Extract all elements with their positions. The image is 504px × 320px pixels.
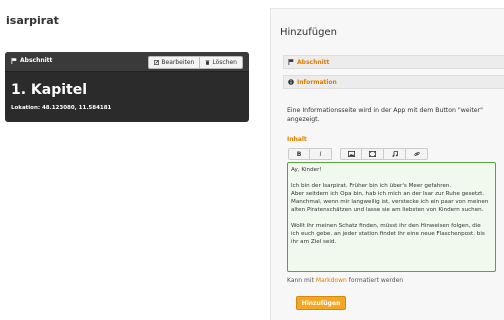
section-information-label: Information <box>297 78 337 86</box>
editor-line: Aber seitdem ich Opa bin, hab ich mich a… <box>291 191 485 197</box>
link-icon <box>413 151 420 157</box>
editor-toolbar: B I <box>288 148 428 160</box>
chapter-title: 1. Kapitel <box>11 82 88 98</box>
editor-line: ihr am Ziel seid. <box>291 239 337 245</box>
italic-button[interactable]: I <box>310 148 332 160</box>
edit-icon <box>154 60 160 65</box>
delete-label: Löschen <box>212 59 237 66</box>
section-abschnitt-toggle[interactable]: Abschnitt <box>283 55 504 69</box>
add-panel: Hinzufügen Abschnitt Information Eine In… <box>270 8 504 320</box>
music-icon <box>391 151 398 157</box>
flag-icon <box>11 57 17 64</box>
info-icon <box>288 79 294 85</box>
editor-line: Manchmal, wenn mir langweilig ist, verst… <box>291 199 489 205</box>
section-abschnitt-label: Abschnitt <box>297 58 330 66</box>
editor-line: ich euch gebe. an jeder station findet i… <box>291 231 485 237</box>
link-button[interactable] <box>406 148 428 160</box>
chapter-card: Abschnitt Bearbeiten Löschen 1. Kapitel … <box>5 52 249 122</box>
submit-button[interactable]: Hinzufügen <box>296 296 346 310</box>
editor-line <box>291 174 492 182</box>
editor-line: Ay, Kinder! <box>291 167 322 173</box>
info-description: Eine Informationsseite wird in der App m… <box>287 107 483 123</box>
chapter-card-header: Abschnitt Bearbeiten Löschen <box>5 52 249 72</box>
image-button[interactable] <box>340 148 362 160</box>
edit-label: Bearbeiten <box>161 59 195 66</box>
section-information-toggle[interactable]: Information <box>283 75 504 89</box>
editor-line <box>291 214 492 222</box>
editor-line: alten Piratenschätzen und lasse sie am l… <box>291 207 484 213</box>
audio-button[interactable] <box>384 148 406 160</box>
app-title: isarpirat <box>6 14 59 27</box>
image-icon <box>347 151 355 157</box>
edit-button[interactable]: Bearbeiten <box>148 56 201 69</box>
trash-icon <box>205 60 210 65</box>
markdown-hint: Kann mit Markdown formatiert werden <box>287 277 404 284</box>
editor-line: Wollt ihr meinen Schatz finden, müsst ih… <box>291 223 481 229</box>
markdown-link[interactable]: Markdown <box>316 277 347 284</box>
inhalt-label: Inhalt <box>287 136 307 143</box>
film-icon <box>369 151 376 157</box>
card-actions: Bearbeiten Löschen <box>148 56 243 69</box>
section-header: Abschnitt <box>11 57 52 64</box>
flag-icon <box>288 59 294 65</box>
panel-title: Hinzufügen <box>280 27 337 38</box>
content-editor[interactable]: Ay, Kinder! Ich bin der Isarpirat. Früher… <box>287 162 496 272</box>
delete-button[interactable]: Löschen <box>200 56 243 69</box>
section-label: Abschnitt <box>20 57 53 64</box>
bold-button[interactable]: B <box>288 148 310 160</box>
video-button[interactable] <box>362 148 384 160</box>
chapter-location: Lokation: 48.123080, 11.584181 <box>11 105 112 111</box>
editor-line: Ich bin der Isarpirat. Früher bin ich üb… <box>291 183 452 189</box>
